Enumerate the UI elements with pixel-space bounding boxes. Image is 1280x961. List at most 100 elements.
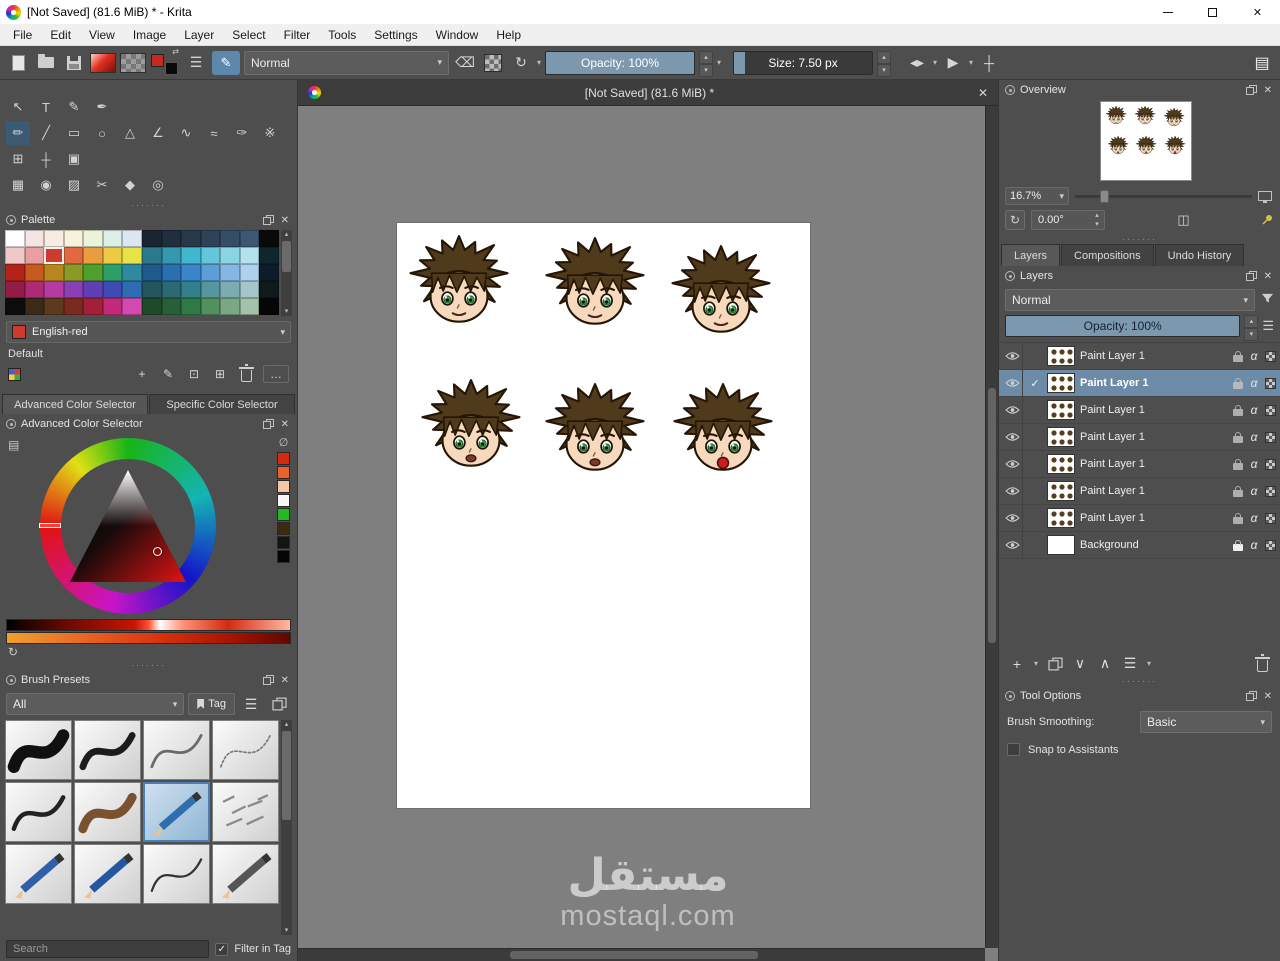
delete-swatch-button[interactable] bbox=[237, 364, 255, 383]
no-color-icon[interactable]: ∅ bbox=[279, 436, 289, 450]
palette-swatch[interactable] bbox=[181, 247, 201, 264]
docker-lock-icon[interactable] bbox=[6, 419, 16, 429]
opacity-spinner[interactable]: ▴ ▾ bbox=[699, 50, 714, 77]
new-document-button[interactable] bbox=[6, 51, 30, 75]
freehand-path-tool[interactable]: ≈ bbox=[202, 121, 226, 145]
brush-preset-sketch-line[interactable] bbox=[212, 720, 279, 780]
palette-scrollbar[interactable]: ▴ ▾ bbox=[281, 230, 292, 316]
layer-row[interactable]: Paint Layer 1 α bbox=[999, 451, 1280, 478]
layer-lock-icon[interactable] bbox=[1233, 431, 1243, 443]
brush-smoothing-select[interactable]: Basic ▾ bbox=[1140, 711, 1272, 733]
palette-swatch[interactable] bbox=[259, 230, 279, 247]
palette-swatch[interactable] bbox=[63, 264, 84, 281]
palette-swatch[interactable] bbox=[239, 264, 260, 281]
layer-lock-icon[interactable] bbox=[1233, 350, 1243, 362]
color-sampler-tool[interactable]: ◉ bbox=[34, 173, 58, 197]
palette-swatch[interactable] bbox=[44, 264, 64, 281]
layer-name[interactable]: Background bbox=[1080, 539, 1228, 551]
reload-preset-icon[interactable]: ↻ bbox=[509, 51, 533, 75]
menu-view[interactable]: View bbox=[80, 28, 124, 42]
layer-row[interactable]: Paint Layer 1 α bbox=[999, 505, 1280, 532]
palette-swatch[interactable] bbox=[161, 247, 182, 264]
palette-swatch[interactable] bbox=[63, 298, 84, 315]
brush-preset-ink-rough[interactable] bbox=[5, 720, 72, 780]
layer-lock-icon[interactable] bbox=[1233, 539, 1243, 551]
palette-swatch[interactable] bbox=[141, 264, 162, 281]
layer-name[interactable]: Paint Layer 1 bbox=[1080, 512, 1228, 524]
layer-opacity-spinner[interactable]: ▴ ▾ bbox=[1244, 315, 1259, 341]
eraser-mode-icon[interactable]: ⌫ bbox=[453, 51, 477, 75]
palette-swatch[interactable] bbox=[181, 264, 201, 281]
layer-thumbnail[interactable] bbox=[1047, 454, 1075, 474]
layer-name[interactable]: Paint Layer 1 bbox=[1080, 431, 1228, 443]
vertical-scrollbar[interactable] bbox=[985, 106, 998, 948]
layer-thumbnail[interactable] bbox=[1047, 373, 1075, 393]
close-button[interactable]: ✕ bbox=[1235, 0, 1280, 24]
layer-row[interactable]: Paint Layer 1 α bbox=[999, 478, 1280, 505]
menu-select[interactable]: Select bbox=[223, 28, 274, 42]
float-docker-icon[interactable] bbox=[1245, 691, 1257, 701]
palette-swatch[interactable] bbox=[259, 281, 279, 298]
mirror-dropdown-caret[interactable]: ▾ bbox=[933, 58, 937, 67]
history-swatch[interactable] bbox=[277, 522, 290, 535]
show-dockers-icon[interactable]: ▤ bbox=[1250, 51, 1274, 75]
palette-swatch[interactable] bbox=[83, 230, 103, 247]
palette-swatch[interactable] bbox=[200, 264, 221, 281]
layer-blending-select[interactable]: Normal ▾ bbox=[1005, 289, 1255, 311]
shade-strip-1[interactable] bbox=[6, 619, 291, 631]
enclose-fill-tool[interactable]: ◎ bbox=[146, 173, 170, 197]
minimize-button[interactable] bbox=[1145, 0, 1190, 24]
layer-alpha-lock-icon[interactable] bbox=[1265, 539, 1276, 551]
palette-swatch[interactable] bbox=[220, 230, 240, 247]
float-docker-icon[interactable] bbox=[262, 215, 274, 225]
layer-row[interactable]: Paint Layer 1 α bbox=[999, 397, 1280, 424]
swap-colors-icon[interactable]: ⇄ bbox=[172, 47, 179, 56]
palette-swatch[interactable] bbox=[122, 247, 142, 264]
shade-strip-2[interactable] bbox=[6, 632, 291, 644]
palette-swatch[interactable] bbox=[181, 298, 201, 315]
history-swatch[interactable] bbox=[277, 466, 290, 479]
palette-swatch[interactable] bbox=[141, 247, 162, 264]
brush-search-input[interactable] bbox=[6, 940, 210, 958]
layer-alpha-icon[interactable]: α bbox=[1248, 538, 1260, 552]
smart-patch-tool[interactable]: ✂ bbox=[90, 173, 114, 197]
menu-file[interactable]: File bbox=[4, 28, 41, 42]
add-swatch-button[interactable]: + bbox=[133, 365, 151, 383]
docker-lock-icon[interactable] bbox=[1005, 271, 1015, 281]
history-swatch[interactable] bbox=[277, 480, 290, 493]
rotation-spinbox[interactable]: 0.00° ▴ ▾ bbox=[1031, 210, 1105, 230]
float-docker-icon[interactable] bbox=[1245, 271, 1257, 281]
layer-alpha-lock-icon[interactable] bbox=[1265, 458, 1276, 470]
history-swatch[interactable] bbox=[277, 508, 290, 521]
close-docker-icon[interactable]: ✕ bbox=[279, 215, 291, 226]
palette-swatch[interactable] bbox=[63, 230, 84, 247]
docker-lock-icon[interactable] bbox=[6, 215, 16, 225]
line-tool[interactable]: ╱ bbox=[34, 121, 58, 145]
brush-preset-marker-soft[interactable] bbox=[74, 782, 141, 842]
palette-swatch[interactable] bbox=[259, 298, 279, 315]
select-shapes-tool[interactable]: ↖ bbox=[6, 95, 30, 119]
palette-swatch[interactable] bbox=[181, 281, 201, 298]
opacity-dropdown-caret[interactable]: ▾ bbox=[717, 58, 721, 67]
brush-preset-graphite-pencil[interactable] bbox=[212, 844, 279, 904]
calligraphy-tool[interactable]: ✒ bbox=[90, 95, 114, 119]
palette-swatch[interactable] bbox=[102, 298, 123, 315]
duplicate-layer-button[interactable] bbox=[1047, 657, 1063, 670]
scroll-up-icon[interactable]: ▴ bbox=[285, 720, 289, 729]
palette-swatch[interactable] bbox=[239, 247, 260, 264]
document-close-icon[interactable]: ✕ bbox=[978, 86, 988, 100]
palette-swatch[interactable] bbox=[141, 298, 162, 315]
layer-alpha-icon[interactable]: α bbox=[1248, 430, 1260, 444]
layer-thumbnail[interactable] bbox=[1047, 535, 1075, 555]
list-view-icon[interactable]: ☰ bbox=[239, 692, 263, 716]
layer-row[interactable]: Background α bbox=[999, 532, 1280, 559]
palette-swatch[interactable] bbox=[5, 247, 25, 264]
brush-scrollbar[interactable]: ▴ ▾ bbox=[281, 720, 292, 935]
close-docker-icon[interactable]: ✕ bbox=[279, 675, 291, 686]
palette-view-button[interactable]: ⊞ bbox=[211, 365, 229, 383]
palette-swatch[interactable] bbox=[83, 247, 103, 264]
palette-swatch[interactable] bbox=[24, 230, 45, 247]
polygon-tool[interactable]: △ bbox=[118, 121, 142, 145]
palette-swatch[interactable] bbox=[5, 298, 25, 315]
palette-swatch[interactable] bbox=[102, 247, 123, 264]
